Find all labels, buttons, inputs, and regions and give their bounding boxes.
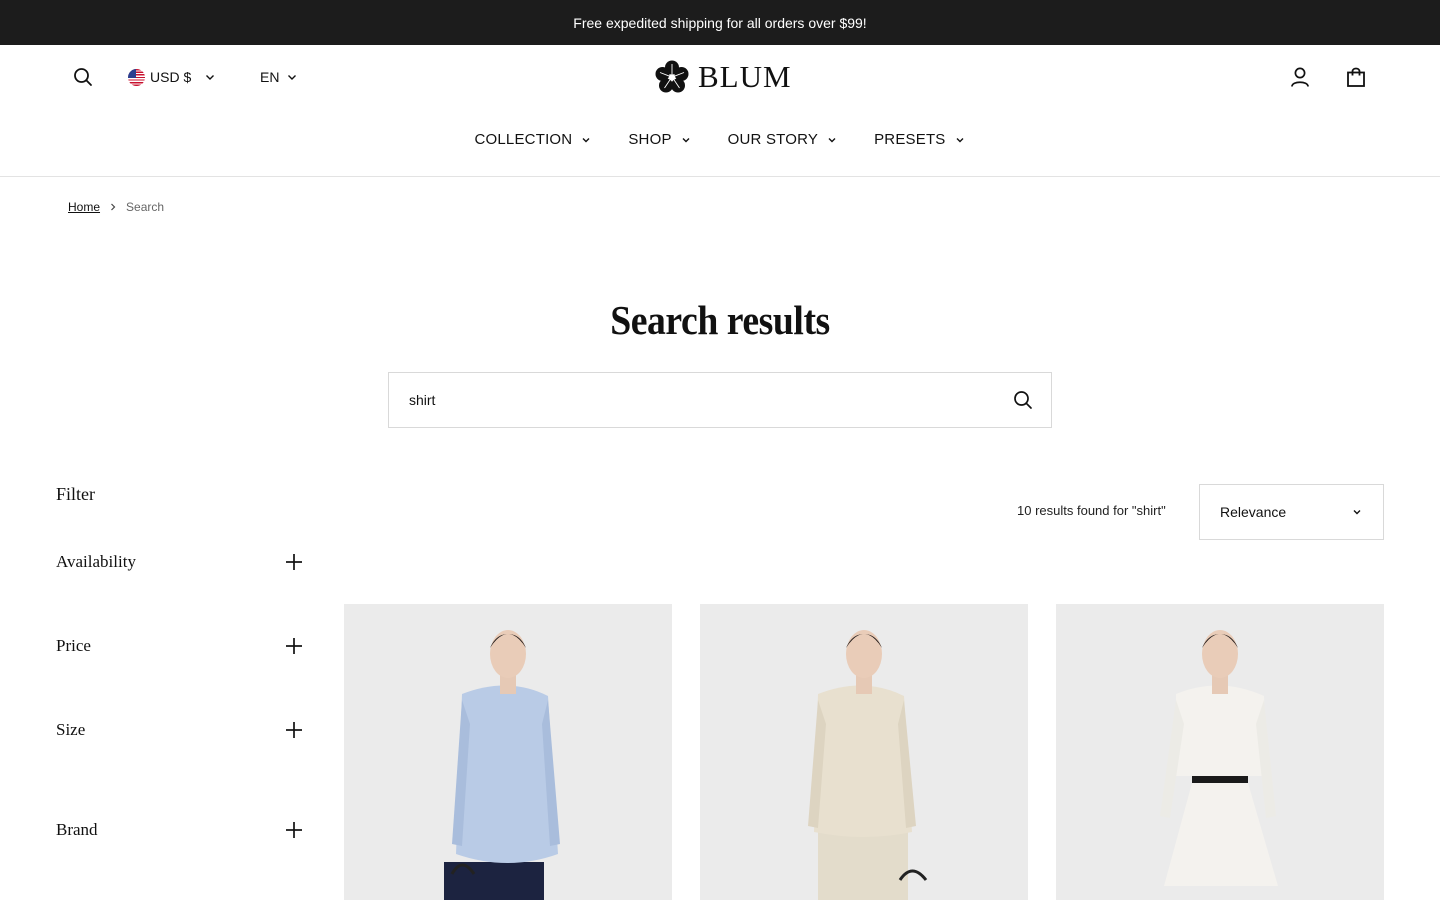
nav-label: COLLECTION — [474, 131, 573, 148]
nav-label: OUR STORY — [727, 131, 819, 148]
announcement-text: Free expedited shipping for all orders o… — [573, 14, 867, 31]
page-title: Search results — [610, 297, 830, 343]
product-card[interactable] — [700, 604, 1028, 900]
product-card[interactable] — [344, 604, 672, 900]
search-icon[interactable] — [72, 66, 94, 88]
language-label: EN — [260, 69, 280, 85]
breadcrumb: Home Search — [68, 200, 164, 214]
chevron-down-icon — [1353, 510, 1361, 515]
currency-selector[interactable]: USD $ — [128, 67, 217, 87]
chevron-down-icon — [956, 137, 964, 142]
filter-size[interactable]: Size — [56, 720, 304, 740]
plus-icon — [286, 722, 302, 738]
filter-label: Price — [56, 636, 91, 655]
cart-icon[interactable] — [1344, 65, 1368, 89]
language-selector[interactable]: EN — [260, 67, 299, 87]
product-image — [700, 604, 1028, 900]
us-flag-icon — [128, 68, 145, 86]
sort-selected-label: Relevance — [1220, 504, 1287, 520]
site-header: USD $ EN BLUM COLLECTION SHOP OUR STORY … — [0, 45, 1440, 177]
product-image — [344, 604, 672, 900]
results-count: 10 results found for "shirt" — [1017, 503, 1166, 518]
nav-item-our-story[interactable]: OUR STORY — [728, 131, 838, 148]
sort-select[interactable]: Relevance — [1199, 484, 1384, 540]
filter-heading: Filter — [56, 484, 95, 504]
breadcrumb-current: Search — [126, 200, 165, 214]
filter-label: Brand — [56, 820, 98, 839]
announcement-bar: Free expedited shipping for all orders o… — [0, 0, 1440, 45]
chevron-down-icon — [828, 137, 836, 142]
search-submit-button[interactable] — [995, 373, 1051, 427]
currency-label: USD $ — [150, 69, 192, 85]
filter-availability[interactable]: Availability — [56, 552, 304, 572]
nav-item-shop[interactable]: SHOP — [628, 131, 691, 148]
site-logo[interactable]: BLUM — [654, 59, 792, 95]
main-navigation: COLLECTION SHOP OUR STORY PRESETS — [0, 131, 1440, 148]
nav-label: SHOP — [628, 131, 672, 148]
search-form — [388, 372, 1052, 428]
chevron-right-icon — [111, 203, 116, 211]
breadcrumb-home-link[interactable]: Home — [68, 200, 100, 214]
chevron-down-icon — [682, 137, 690, 142]
plus-icon — [286, 554, 302, 570]
chevron-down-icon — [206, 75, 215, 80]
flower-logo-icon — [655, 60, 689, 93]
nav-label: PRESETS — [874, 131, 946, 148]
filter-label: Availability — [56, 552, 136, 571]
nav-item-collection[interactable]: COLLECTION — [474, 131, 592, 148]
chevron-down-icon — [288, 75, 297, 80]
nav-item-presets[interactable]: PRESETS — [874, 131, 965, 148]
search-icon — [1014, 391, 1032, 409]
logo-text: BLUM — [698, 59, 792, 94]
filter-brand[interactable]: Brand — [56, 820, 304, 840]
search-input[interactable] — [389, 373, 995, 427]
product-card[interactable] — [1056, 604, 1384, 900]
plus-icon — [286, 822, 302, 838]
chevron-down-icon — [582, 137, 590, 142]
plus-icon — [286, 638, 302, 654]
filter-label: Size — [56, 720, 86, 739]
product-image — [1056, 604, 1384, 900]
account-icon[interactable] — [1288, 65, 1312, 89]
filter-price[interactable]: Price — [56, 636, 304, 656]
